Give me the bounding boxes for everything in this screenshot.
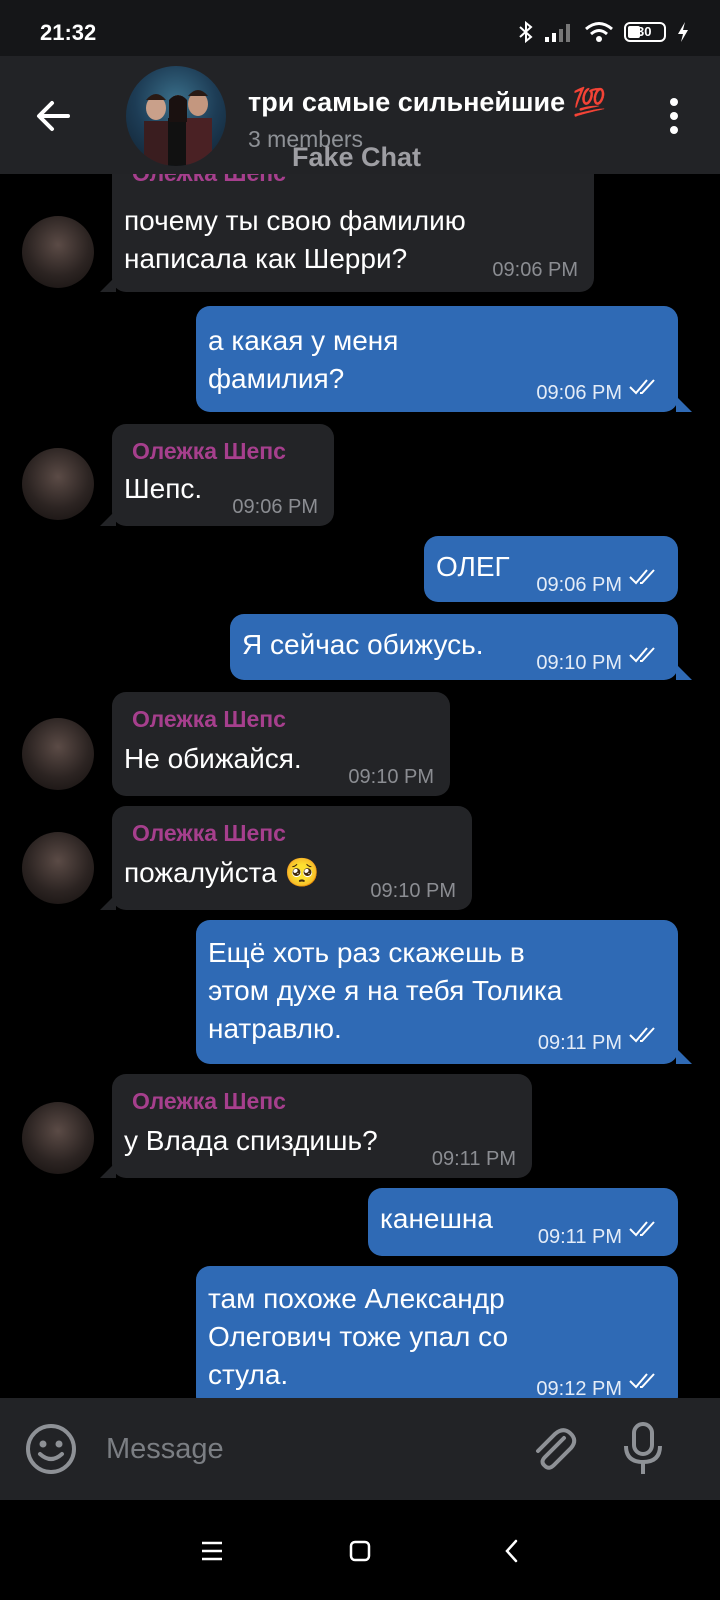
signal-icon [545, 24, 570, 42]
message-text-line: натравлю. [208, 1013, 342, 1044]
bubble-tail [676, 664, 692, 680]
message-bubble-outgoing[interactable]: там похоже Александр Олегович тоже упал … [196, 1266, 678, 1398]
message-time: 09:06 PM [232, 496, 318, 518]
message-bubble-incoming[interactable]: Олежка Шепс Шепс. 09:06 PM [100, 424, 334, 526]
sender-avatar[interactable] [22, 1102, 94, 1174]
status-icons: 30 [518, 20, 690, 44]
message-bubble-outgoing[interactable]: канешна 09:11 PM [368, 1188, 678, 1256]
paperclip-icon[interactable] [526, 1422, 580, 1476]
message-time: 09:06 PM [536, 382, 622, 404]
message-text-line: почему ты свою фамилию [124, 205, 466, 236]
sender-name: Олежка Шепс [132, 438, 286, 464]
arrow-left-icon [37, 101, 70, 131]
back-chevron-icon[interactable] [502, 1538, 522, 1564]
message-bubble-outgoing[interactable]: а какая у меня фамилия? 09:06 PM [196, 306, 692, 412]
message-input[interactable] [104, 1428, 488, 1470]
message-text-line: канешна [380, 1203, 493, 1234]
message-text-line: фамилия? [208, 363, 345, 394]
double-check-icon [629, 379, 655, 395]
status-bar: 21:32 30 [0, 0, 720, 56]
system-nav-bar [0, 1500, 720, 1600]
battery-icon: 30 [624, 22, 666, 42]
message-bubble-incoming[interactable]: Олежка Шепс почему ты свою фамилию напис… [100, 174, 594, 292]
microphone-icon[interactable] [620, 1420, 666, 1478]
bubble-tail [676, 1048, 692, 1064]
message-bubble-outgoing[interactable]: Я сейчас обижусь. 09:10 PM [230, 614, 692, 680]
message-text-line: там похоже Александр [208, 1283, 505, 1314]
sender-avatar[interactable] [22, 832, 94, 904]
message-text-line: а какая у меня [208, 325, 399, 356]
double-check-icon [629, 1027, 655, 1043]
more-vert-icon [670, 98, 678, 134]
chat-header: три самые сильнейшие 💯 3 members Fake Ch… [0, 56, 720, 174]
message-time: 09:11 PM [431, 1148, 516, 1170]
chat-title: три самые сильнейшие 💯 [248, 87, 607, 117]
double-check-icon [629, 1221, 655, 1237]
sender-name: Олежка Шепс [132, 174, 286, 192]
group-photo [144, 90, 212, 166]
message-text-line: пожалуйста 🥺 [124, 857, 320, 888]
message-text-line: ОЛЕГ [436, 551, 510, 582]
message-text-line: Я сейчас обижусь. [242, 629, 484, 660]
double-check-icon [629, 647, 655, 663]
message-text-line: Шепс. [124, 473, 203, 504]
bubble-tail [100, 510, 116, 526]
bubble-tail [100, 894, 116, 910]
sender-name: Олежка Шепс [132, 1088, 286, 1114]
message-composer [0, 1398, 720, 1500]
charging-icon [678, 22, 688, 42]
sender-avatar[interactable] [22, 718, 94, 790]
message-text-line: у Влада спиздишь? [124, 1125, 378, 1156]
wifi-icon [585, 22, 613, 42]
double-check-icon [629, 1373, 655, 1389]
emoji-icon[interactable] [24, 1422, 78, 1476]
sender-avatar[interactable] [22, 216, 94, 288]
message-time: 09:06 PM [536, 574, 622, 596]
home-icon[interactable] [348, 1539, 372, 1563]
sender-name: Олежка Шепс [132, 706, 286, 732]
message-text-line: Ещё хоть раз скажешь в [208, 937, 525, 968]
message-time: 09:12 PM [536, 1378, 622, 1398]
message-text-line: этом духе я на тебя Толика [208, 975, 563, 1006]
message-bubble-incoming[interactable]: Олежка Шепс Не обижайся. 09:10 PM [112, 692, 450, 796]
message-bubble-incoming[interactable]: Олежка Шепс у Влада спиздишь? 09:11 PM [100, 1074, 532, 1178]
message-time: 09:06 PM [492, 259, 578, 281]
message-time: 09:10 PM [536, 652, 622, 674]
app-watermark: Fake Chat [292, 142, 422, 172]
message-text-line: Олегович тоже упал со [208, 1321, 509, 1352]
battery-level: 30 [637, 24, 652, 39]
bubble-tail [100, 1162, 116, 1178]
menu-icon[interactable] [200, 1540, 224, 1562]
message-list[interactable]: Олежка Шепс почему ты свою фамилию напис… [0, 174, 720, 1398]
sender-avatar[interactable] [22, 448, 94, 520]
bubble-tail [676, 396, 692, 412]
message-time: 09:11 PM [537, 1226, 622, 1248]
message-time: 09:10 PM [348, 766, 434, 788]
more-options-button[interactable] [660, 92, 688, 140]
message-bubble-incoming[interactable]: Олежка Шепс пожалуйста 🥺 09:10 PM [100, 806, 472, 910]
group-avatar[interactable] [126, 66, 226, 166]
message-text-line: Не обижайся. [124, 743, 302, 774]
message-text-line: написала как Шерри? [124, 243, 408, 274]
status-time: 21:32 [40, 20, 97, 45]
double-check-icon [629, 569, 655, 585]
bubble-tail [100, 276, 116, 292]
message-bubble-outgoing[interactable]: ОЛЕГ 09:06 PM [424, 536, 678, 602]
back-button[interactable] [30, 92, 78, 140]
bluetooth-icon [519, 20, 533, 44]
message-bubble-outgoing[interactable]: Ещё хоть раз скажешь в этом духе я на те… [196, 920, 692, 1064]
message-time: 09:10 PM [370, 880, 456, 902]
sender-name: Олежка Шепс [132, 820, 286, 846]
message-text-line: стула. [208, 1359, 289, 1390]
message-time: 09:11 PM [537, 1032, 622, 1054]
